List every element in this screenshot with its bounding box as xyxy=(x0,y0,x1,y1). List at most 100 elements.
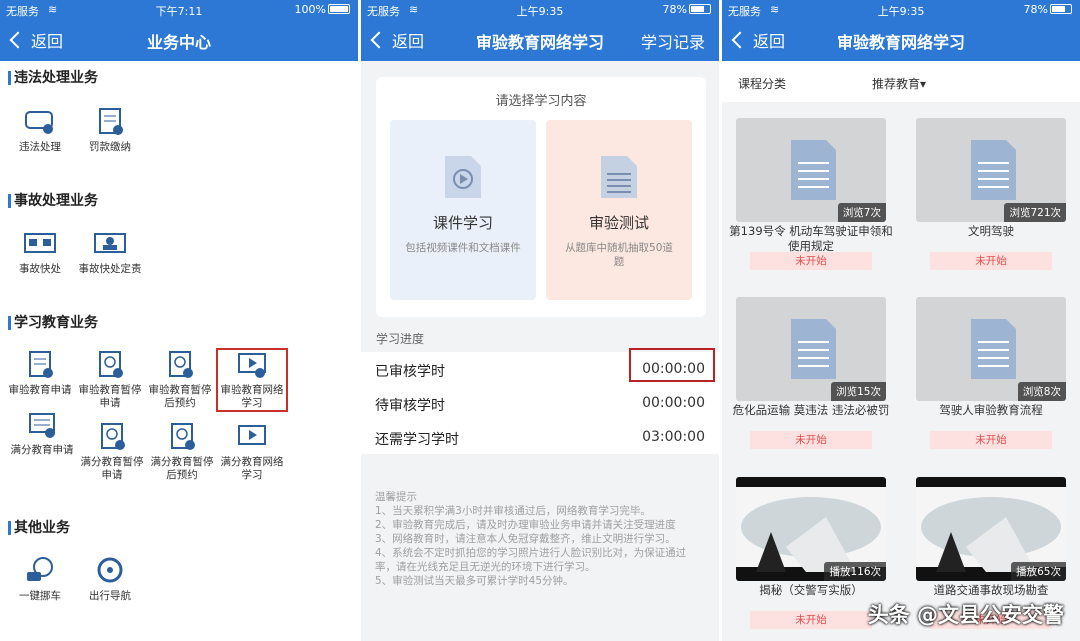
page-title: 审验教育网络学习 xyxy=(836,33,965,52)
section-grid: 事故快处 事故快处定责 xyxy=(0,229,146,276)
filter-bar: 课程分类 推荐教育▾ xyxy=(722,61,1080,102)
accident-liability-icon xyxy=(94,233,126,253)
progress-row: 已审核学时 00:00:00 xyxy=(361,348,719,386)
grid-item-review-education-online[interactable]: 审验教育网络学习 xyxy=(216,348,288,412)
status-badge: 未开始 xyxy=(750,611,872,629)
course-card[interactable]: 播放116次 揭秘（交警写实版） 未开始 xyxy=(736,477,886,641)
status-bar: 无服务 ≋ 上午9:35 78% xyxy=(361,0,719,19)
car-icon xyxy=(25,111,53,134)
battery-percent: 78% xyxy=(662,3,687,16)
course-title: 揭秘（交警写实版） xyxy=(759,583,863,597)
course-card[interactable]: 浏览15次 危化品运输 莫违法 违法必被罚 未开始 xyxy=(733,297,889,467)
business-center-screen: 无服务 ≋ 下午7:11 100% 返回 业务中心 违法处理业务 违法处理 罚款… xyxy=(0,0,358,641)
grid-item-review-education-pause[interactable]: 审验教育暂停申请 xyxy=(76,350,144,410)
courseware-study-option[interactable]: 课件学习 包括视频课件和文档课件 xyxy=(390,120,536,300)
tips-text: 温馨提示 1、当天累积学满3小时并审核通过后，网络教育学习完毕。 2、审验教育完… xyxy=(375,491,687,587)
highlight-box xyxy=(629,348,715,382)
grid-item-move-car[interactable]: 一键挪车 xyxy=(6,556,74,603)
course-title: 危化品运输 莫违法 违法必被罚 xyxy=(732,403,890,417)
option-name: 审验测试 xyxy=(588,214,649,232)
course-title: 第139号令 机动车驾驶证申领和使用规定 xyxy=(729,224,893,253)
view-count: 浏览7次 xyxy=(837,203,886,222)
video-icon xyxy=(238,425,266,445)
grid-item-review-education-apply[interactable]: 审验教育申请 xyxy=(6,350,74,410)
play-count: 播放65次 xyxy=(1011,562,1066,581)
section-grid: 一键挪车 出行导航 xyxy=(0,556,146,603)
screenshot-root: 无服务 ≋ 下午7:11 100% 返回 业务中心 违法处理业务 违法处理 罚款… xyxy=(0,0,1080,641)
option-desc: 包括视频课件和文档课件 xyxy=(405,242,521,254)
course-thumbnail: 浏览8次 xyxy=(916,297,1066,401)
course-list-screen: 无服务 ≋ 上午9:35 78% 返回 审验教育网络学习 课程分类 推荐教育▾ … xyxy=(722,0,1080,641)
page-title: 业务中心 xyxy=(146,33,211,52)
watermark: 头条 @文县公安交警 xyxy=(867,603,1064,627)
steering-wheel-icon xyxy=(97,557,123,583)
clock-document-icon xyxy=(169,351,193,378)
accident-icon xyxy=(24,233,56,253)
status-bar: 无服务 ≋ 下午7:11 100% xyxy=(0,0,358,19)
grid-item-full-score-resume[interactable]: 满分教育暂停后预约 xyxy=(148,422,216,482)
status-badge: 未开始 xyxy=(930,431,1052,449)
view-count: 浏览8次 xyxy=(1017,382,1066,401)
grid-item-full-score-pause[interactable]: 满分教育暂停申请 xyxy=(78,422,146,482)
view-count: 浏览15次 xyxy=(831,382,886,401)
section-grid: 审验教育申请 审验教育暂停申请 审验教育暂停后预约 审验教育网络学习 满分教育申… xyxy=(0,348,358,482)
section-title: 学习教育业务 xyxy=(0,313,98,333)
option-desc: 从题库中随机抽取50道题 xyxy=(565,242,673,268)
grid-item-violation[interactable]: 违法处理 xyxy=(6,107,74,154)
nav-bar: 返回 审验教育网络学习 学习记录 xyxy=(361,19,719,61)
progress-label: 学习进度 xyxy=(376,332,425,346)
section-grid: 违法处理 罚款缴纳 xyxy=(0,107,146,154)
progress-row: 还需学习学时 03:00:00 xyxy=(361,420,719,454)
course-card[interactable]: 浏览7次 第139号令 机动车驾驶证申领和使用规定 未开始 xyxy=(729,118,893,288)
section-title: 其他业务 xyxy=(0,518,70,538)
online-learning-screen: 无服务 ≋ 上午9:35 78% 返回 审验教育网络学习 学习记录 请选择学习内… xyxy=(361,0,719,641)
battery-icon xyxy=(328,4,350,14)
video-file-icon xyxy=(445,156,481,198)
video-thumbnail: 播放65次 xyxy=(916,477,1066,581)
course-thumbnail: 浏览7次 xyxy=(736,118,886,222)
move-car-icon xyxy=(27,557,53,581)
grid-item-navigation[interactable]: 出行导航 xyxy=(76,556,144,603)
section-title: 违法处理业务 xyxy=(0,68,98,88)
view-count: 浏览721次 xyxy=(1004,203,1066,222)
recommend-dropdown[interactable]: 推荐教育▾ xyxy=(872,75,926,92)
video-thumbnail: 播放116次 xyxy=(736,477,886,581)
status-badge: 未开始 xyxy=(750,252,872,270)
course-card[interactable]: 浏览8次 驾驶人审验教育流程 未开始 xyxy=(916,297,1066,467)
category-filter[interactable]: 课程分类 xyxy=(738,75,786,92)
course-title: 文明驾驶 xyxy=(968,224,1014,238)
status-badge: 未开始 xyxy=(750,431,872,449)
document-icon xyxy=(29,413,55,438)
grid-item-fine-payment[interactable]: 罚款缴纳 xyxy=(76,107,144,154)
status-badge: 未开始 xyxy=(930,252,1052,270)
video-icon xyxy=(238,353,266,378)
clock-document-icon xyxy=(99,351,123,378)
grid-item-full-score-apply[interactable]: 满分教育申请 xyxy=(8,410,76,482)
grid-item-accident-quick[interactable]: 事故快处 xyxy=(6,229,74,276)
study-record-button[interactable]: 学习记录 xyxy=(641,29,705,53)
card-header: 请选择学习内容 xyxy=(495,94,587,109)
option-name: 课件学习 xyxy=(432,214,493,232)
course-card[interactable]: 浏览721次 文明驾驶 未开始 xyxy=(916,118,1066,288)
course-title: 道路交通事故现场勘查 xyxy=(933,583,1049,597)
battery-icon xyxy=(1050,4,1072,14)
battery-icon xyxy=(689,4,711,14)
nav-bar: 返回 审验教育网络学习 xyxy=(722,19,1080,61)
clock-document-icon xyxy=(171,423,195,450)
course-thumbnail: 浏览721次 xyxy=(916,118,1066,222)
clock-document-icon xyxy=(101,423,125,450)
nav-bar: 返回 业务中心 xyxy=(0,19,358,61)
course-title: 驾驶人审验教育流程 xyxy=(939,403,1043,417)
document-icon xyxy=(29,351,53,378)
course-thumbnail: 浏览15次 xyxy=(736,297,886,401)
battery-percent: 100% xyxy=(294,3,326,16)
grid-item-accident-liability[interactable]: 事故快处定责 xyxy=(76,229,144,276)
content-selection-card: 请选择学习内容 课件学习 包括视频课件和文档课件 审验测试 从题库中随机抽取50… xyxy=(376,77,706,317)
play-count: 播放116次 xyxy=(824,562,886,581)
grid-item-full-score-online[interactable]: 满分教育网络学习 xyxy=(218,422,286,482)
grid-item-review-education-resume[interactable]: 审验教育暂停后预约 xyxy=(146,350,214,410)
review-test-option[interactable]: 审验测试 从题库中随机抽取50道题 xyxy=(546,120,692,300)
document-file-icon xyxy=(601,156,637,198)
battery-percent: 78% xyxy=(1023,3,1048,16)
section-title: 事故处理业务 xyxy=(0,191,98,211)
